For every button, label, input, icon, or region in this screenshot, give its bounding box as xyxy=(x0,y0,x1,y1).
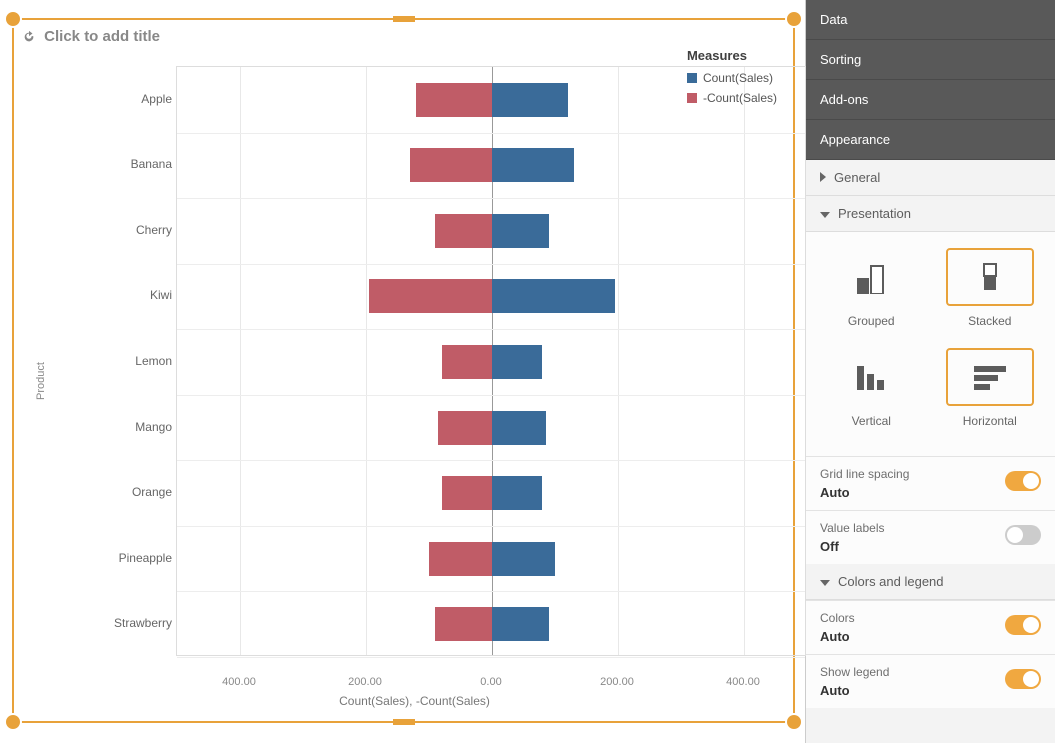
category-label: Kiwi xyxy=(52,288,172,302)
panel-section-appearance[interactable]: Appearance xyxy=(806,120,1055,160)
legend-item: Count(Sales) xyxy=(687,71,777,85)
bar[interactable] xyxy=(492,83,568,117)
panel-section-data[interactable]: Data xyxy=(806,0,1055,40)
chart-canvas: Click to add title Measures Count(Sales)… xyxy=(0,0,805,743)
legend-item: -Count(Sales) xyxy=(687,91,777,105)
stacked-button[interactable]: Stacked xyxy=(937,244,1044,332)
bar[interactable] xyxy=(416,83,492,117)
bar[interactable] xyxy=(442,345,492,379)
bar[interactable] xyxy=(442,476,492,510)
bar[interactable] xyxy=(435,214,492,248)
horizontal-button[interactable]: Horizontal xyxy=(937,344,1044,432)
category-label: Mango xyxy=(52,420,172,434)
panel-sub-presentation[interactable]: Presentation xyxy=(806,196,1055,232)
legend: Measures Count(Sales) -Count(Sales) xyxy=(687,48,777,111)
show-legend-toggle[interactable] xyxy=(1005,669,1041,689)
panel-section-sorting[interactable]: Sorting xyxy=(806,40,1055,80)
x-tick: 0.00 xyxy=(480,676,501,688)
chart-title-input[interactable]: Click to add title xyxy=(14,22,793,53)
x-tick: 400.00 xyxy=(222,676,256,688)
x-tick: 200.00 xyxy=(348,676,382,688)
prop-colors: Colors Auto xyxy=(806,600,1055,654)
bar[interactable] xyxy=(492,345,542,379)
bar[interactable] xyxy=(410,148,492,182)
bar[interactable] xyxy=(492,542,555,576)
grouped-button[interactable]: Grouped xyxy=(818,244,925,332)
legend-title: Measures xyxy=(687,48,777,63)
properties-panel: Data Sorting Add-ons Appearance General … xyxy=(805,0,1055,743)
bar[interactable] xyxy=(369,279,492,313)
x-axis-label: Count(Sales), -Count(Sales) xyxy=(339,694,490,708)
category-label: Orange xyxy=(52,485,172,499)
bar[interactable] xyxy=(492,476,542,510)
category-label: Apple xyxy=(52,92,172,106)
bar[interactable] xyxy=(429,542,492,576)
prop-show-legend: Show legend Auto xyxy=(806,654,1055,708)
y-axis-label: Product xyxy=(35,362,47,400)
prop-value-labels: Value labels Off xyxy=(806,510,1055,564)
value-labels-toggle[interactable] xyxy=(1005,525,1041,545)
bar[interactable] xyxy=(492,411,546,445)
category-label: Lemon xyxy=(52,354,172,368)
plot-area: Product Count(Sales), -Count(Sales) 400.… xyxy=(46,66,783,696)
category-label: Banana xyxy=(52,157,172,171)
bar[interactable] xyxy=(492,607,549,641)
grid-spacing-toggle[interactable] xyxy=(1005,471,1041,491)
colors-toggle[interactable] xyxy=(1005,615,1041,635)
prop-grid-spacing: Grid line spacing Auto xyxy=(806,456,1055,510)
category-label: Cherry xyxy=(52,223,172,237)
presentation-body: Grouped Stacked Vertical Horizontal xyxy=(806,232,1055,456)
bar[interactable] xyxy=(438,411,492,445)
refresh-icon xyxy=(22,30,36,44)
category-label: Strawberry xyxy=(52,616,172,630)
panel-section-addons[interactable]: Add-ons xyxy=(806,80,1055,120)
bar[interactable] xyxy=(492,279,615,313)
panel-sub-colors-legend[interactable]: Colors and legend xyxy=(806,564,1055,600)
bar[interactable] xyxy=(492,214,549,248)
x-tick: 400.00 xyxy=(726,676,760,688)
bar[interactable] xyxy=(435,607,492,641)
bar[interactable] xyxy=(492,148,574,182)
grid xyxy=(176,66,806,656)
panel-sub-general[interactable]: General xyxy=(806,160,1055,196)
x-tick: 200.00 xyxy=(600,676,634,688)
vertical-button[interactable]: Vertical xyxy=(818,344,925,432)
category-label: Pineapple xyxy=(52,551,172,565)
